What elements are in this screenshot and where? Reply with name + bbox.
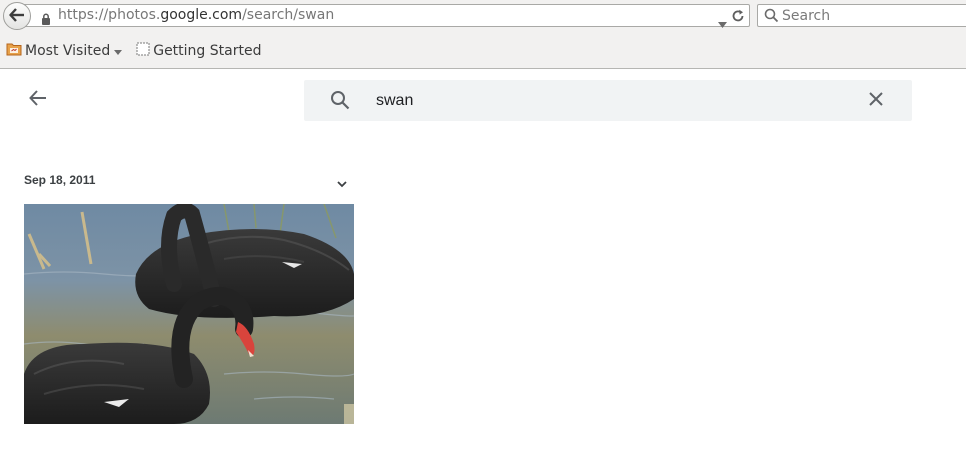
page-icon bbox=[136, 42, 150, 60]
date-group-heading: Sep 18, 2011 bbox=[24, 173, 96, 187]
photos-page: Sep 18, 2011 bbox=[0, 69, 966, 464]
close-icon bbox=[868, 91, 884, 111]
arrow-left-icon bbox=[9, 7, 25, 26]
folder-icon bbox=[6, 42, 22, 60]
url-prefix: https://photos. bbox=[58, 7, 161, 23]
address-bar[interactable]: https://photos.google.com/search/swan bbox=[20, 4, 750, 29]
date-group-toggle[interactable] bbox=[333, 173, 351, 191]
reload-icon[interactable] bbox=[731, 8, 745, 27]
bookmarks-toolbar: Most Visited Getting Started bbox=[0, 38, 275, 64]
chevron-down-icon bbox=[114, 43, 123, 59]
photos-search-bar[interactable] bbox=[304, 80, 912, 121]
search-icon bbox=[764, 8, 779, 27]
browser-search-box[interactable] bbox=[757, 4, 966, 27]
bookmark-getting-started[interactable]: Getting Started bbox=[136, 42, 261, 60]
browser-back-button[interactable] bbox=[3, 2, 31, 30]
bookmark-label: Getting Started bbox=[153, 43, 262, 59]
swan-photo-image bbox=[24, 204, 354, 424]
lock-icon bbox=[41, 10, 51, 29]
arrow-left-icon bbox=[29, 90, 47, 110]
browser-search-input[interactable] bbox=[782, 6, 962, 25]
url-text: https://photos.google.com/search/swan bbox=[58, 7, 334, 24]
bookmark-most-visited[interactable]: Most Visited bbox=[6, 42, 123, 60]
url-path: /search/swan bbox=[242, 7, 335, 23]
url-history-dropdown-icon[interactable] bbox=[718, 13, 727, 32]
photo-thumbnail[interactable] bbox=[24, 204, 354, 424]
bookmark-label: Most Visited bbox=[25, 43, 111, 59]
back-button[interactable] bbox=[26, 88, 50, 112]
browser-toolbar: https://photos.google.com/search/swan Se… bbox=[0, 0, 966, 69]
clear-search-button[interactable] bbox=[864, 89, 888, 113]
url-host: google.com bbox=[160, 7, 243, 23]
chevron-down-icon bbox=[337, 173, 347, 192]
photos-search-input[interactable] bbox=[376, 88, 846, 113]
search-icon bbox=[330, 90, 350, 114]
